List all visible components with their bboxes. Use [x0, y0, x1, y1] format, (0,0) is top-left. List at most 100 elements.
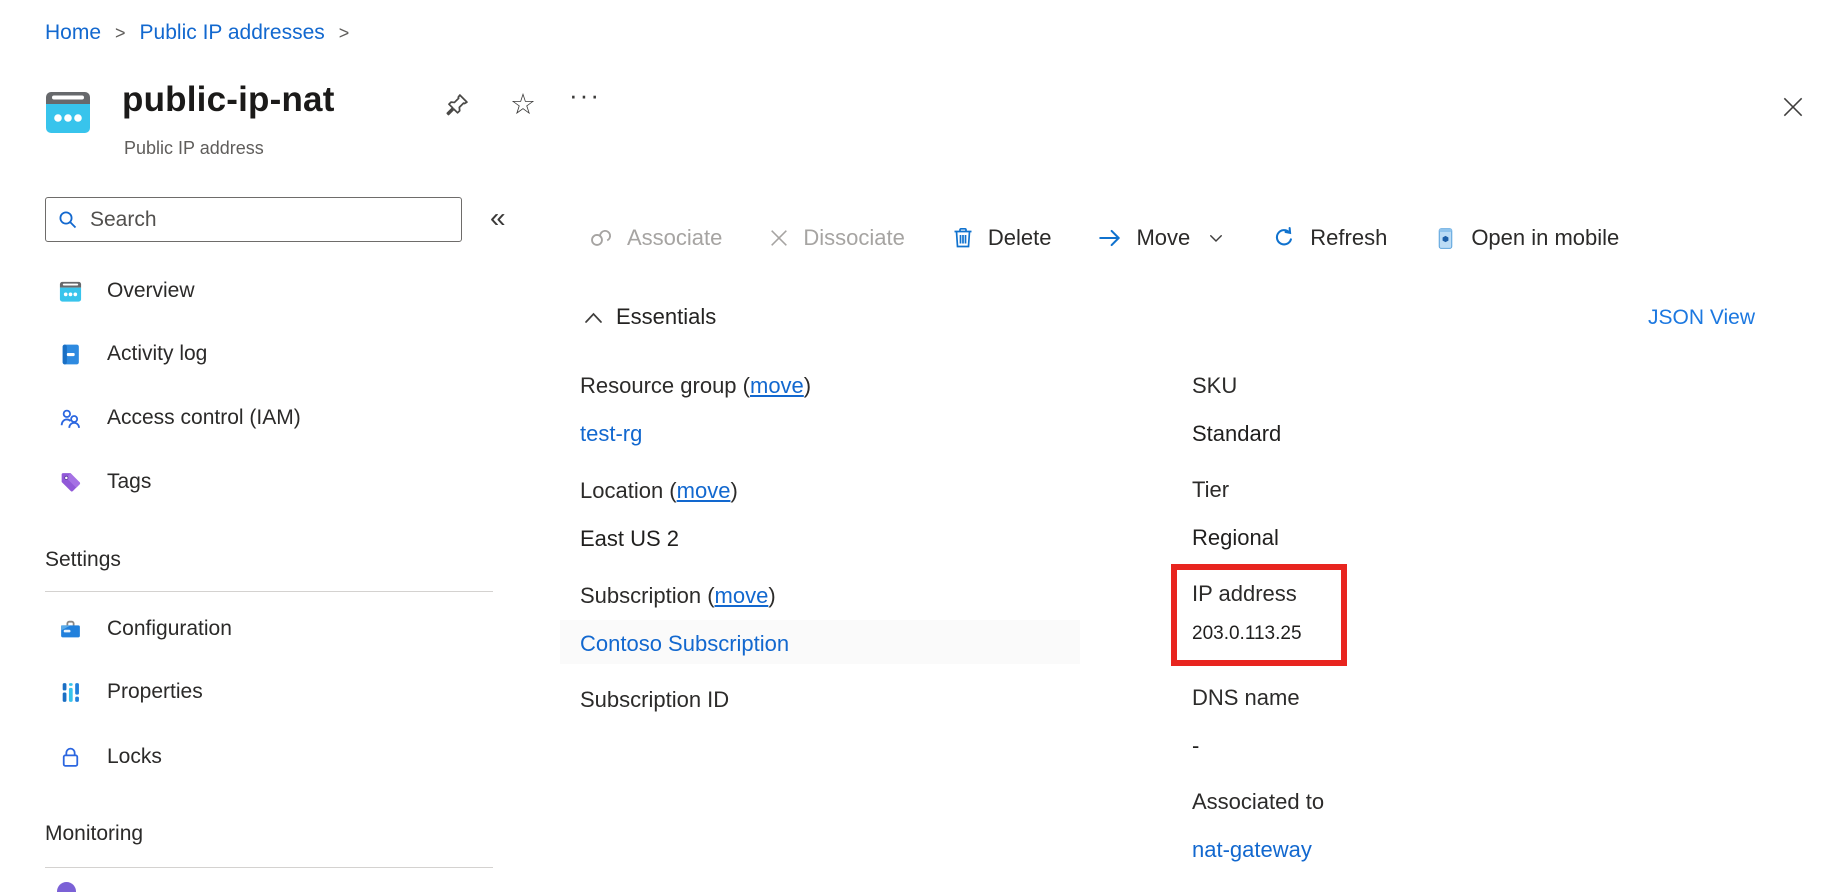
chevron-down-icon: [1207, 229, 1225, 247]
sidebar-item-access-control-iam[interactable]: Access control (IAM): [45, 396, 465, 440]
field-label: DNS name: [1192, 684, 1612, 712]
field-associated-to: Associated to nat-gateway: [1192, 788, 1612, 864]
divider: [45, 591, 493, 592]
chevron-up-icon: [584, 311, 603, 324]
toolbox-icon: [57, 616, 83, 642]
refresh-icon: [1271, 225, 1297, 251]
command-bar: Associate Dissociate Delete: [588, 216, 1619, 260]
link-icon: [588, 225, 614, 251]
field-location: Location (move) East US 2: [580, 477, 1140, 553]
public-ip-overview-page: Home > Public IP addresses > public-ip-n…: [0, 0, 1840, 892]
favorite-button[interactable]: ☆: [508, 90, 538, 120]
sidebar-section-settings: Settings: [45, 548, 121, 572]
x-icon: [768, 227, 790, 249]
tier-value: Regional: [1192, 524, 1612, 552]
delete-label: Delete: [988, 225, 1052, 251]
lock-icon: [57, 744, 83, 770]
dns-name-value: -: [1192, 732, 1612, 760]
page-subtitle: Public IP address: [124, 138, 264, 159]
json-view-link[interactable]: JSON View: [1648, 306, 1755, 330]
essentials-toggle[interactable]: Essentials: [584, 304, 716, 330]
close-icon: [1780, 94, 1806, 120]
sidebar-item-tags[interactable]: Tags: [45, 460, 465, 504]
move-location-link[interactable]: move: [677, 478, 731, 503]
field-label: IP address: [1192, 580, 1612, 608]
move-resource-group-link[interactable]: move: [750, 373, 804, 398]
associated-to-link[interactable]: nat-gateway: [1192, 836, 1612, 864]
field-tier: Tier Regional: [1192, 476, 1612, 552]
field-ip-address: IP address 203.0.113.25: [1192, 580, 1612, 648]
breadcrumb-home-link[interactable]: Home: [45, 21, 101, 45]
associate-button[interactable]: Associate: [588, 225, 722, 251]
field-subscription-id: Subscription ID: [580, 686, 1140, 734]
overview-icon: [57, 278, 83, 304]
properties-icon: [57, 679, 83, 705]
field-sku: SKU Standard: [1192, 372, 1612, 448]
double-chevron-left-icon: «: [490, 202, 506, 233]
field-label: SKU: [1192, 372, 1612, 400]
tag-icon: [57, 469, 83, 495]
sidebar-search[interactable]: [45, 197, 462, 242]
ip-address-value: 203.0.113.25: [1192, 620, 1612, 648]
associate-label: Associate: [627, 225, 722, 251]
subscription-link[interactable]: Contoso Subscription: [580, 630, 1140, 658]
field-label: Associated to: [1192, 788, 1612, 816]
essentials-title: Essentials: [616, 304, 716, 330]
resource-group-link[interactable]: test-rg: [580, 420, 1140, 448]
field-label: Subscription (move): [580, 582, 1140, 610]
pin-to-dashboard-button[interactable]: [442, 90, 472, 120]
sidebar-item-label: Overview: [107, 279, 195, 303]
field-dns-name: DNS name -: [1192, 684, 1612, 760]
dissociate-label: Dissociate: [803, 225, 904, 251]
sidebar-item-label: Access control (IAM): [107, 406, 301, 430]
more-options-button[interactable]: ···: [570, 80, 600, 110]
open-in-mobile-button[interactable]: Open in mobile: [1433, 225, 1619, 251]
sidebar-item-label: Configuration: [107, 617, 232, 641]
star-icon: ☆: [510, 90, 536, 120]
location-value: East US 2: [580, 525, 1140, 553]
arrow-right-icon: [1097, 225, 1123, 251]
field-label: Subscription ID: [580, 686, 1140, 714]
sidebar-section-monitoring: Monitoring: [45, 822, 143, 846]
sidebar-item-configuration[interactable]: Configuration: [45, 607, 465, 651]
sidebar-item-activity-log[interactable]: Activity log: [45, 332, 465, 376]
dissociate-button[interactable]: Dissociate: [768, 225, 904, 251]
search-icon: [56, 208, 80, 232]
field-resource-group: Resource group (move) test-rg: [580, 372, 1140, 448]
field-label: Tier: [1192, 476, 1612, 504]
refresh-button[interactable]: Refresh: [1271, 225, 1387, 251]
sidebar-item-label: Locks: [107, 745, 162, 769]
trash-icon: [951, 226, 975, 250]
breadcrumb-separator-icon: >: [115, 23, 126, 44]
move-label: Move: [1136, 225, 1190, 251]
search-input[interactable]: [90, 208, 451, 232]
move-subscription-link[interactable]: move: [715, 583, 769, 608]
alert-icon: [57, 882, 76, 892]
pin-icon: [443, 91, 471, 119]
public-ip-resource-icon: [42, 86, 94, 138]
sidebar-item-label: Tags: [107, 470, 151, 494]
field-subscription: Subscription (move) Contoso Subscription: [580, 582, 1140, 658]
people-icon: [57, 405, 83, 431]
refresh-label: Refresh: [1310, 225, 1387, 251]
sidebar-item-overview[interactable]: Overview: [45, 269, 465, 313]
close-blade-button[interactable]: [1776, 90, 1810, 124]
sidebar-item-label: Properties: [107, 680, 203, 704]
sidebar-item-properties[interactable]: Properties: [45, 670, 465, 714]
field-label: Location (move): [580, 477, 1140, 505]
move-button[interactable]: Move: [1097, 225, 1225, 251]
activity-log-icon: [57, 341, 83, 367]
page-title: public-ip-nat: [122, 80, 335, 120]
breadcrumb-separator-icon: >: [339, 23, 350, 44]
divider: [45, 867, 493, 868]
breadcrumb: Home > Public IP addresses >: [45, 18, 349, 48]
mobile-phone-icon: [1433, 226, 1458, 251]
delete-button[interactable]: Delete: [951, 225, 1052, 251]
sidebar-item-locks[interactable]: Locks: [45, 735, 465, 779]
open-in-mobile-label: Open in mobile: [1471, 225, 1619, 251]
sku-value: Standard: [1192, 420, 1612, 448]
collapse-sidebar-button[interactable]: «: [490, 202, 506, 234]
ellipsis-icon: ···: [569, 80, 601, 111]
breadcrumb-public-ip-addresses-link[interactable]: Public IP addresses: [140, 21, 325, 45]
field-label: Resource group (move): [580, 372, 1140, 400]
